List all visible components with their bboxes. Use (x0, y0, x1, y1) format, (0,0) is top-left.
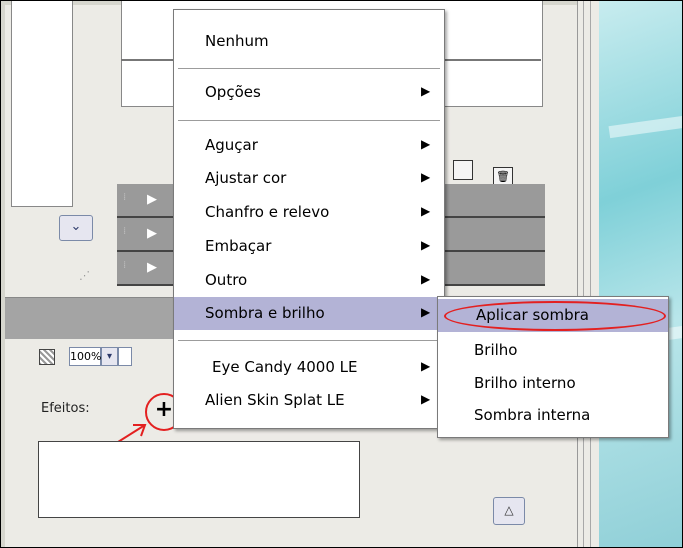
menu-separator (178, 340, 440, 342)
list-box[interactable] (11, 1, 73, 207)
list-dropdown-button[interactable]: ⌄ (59, 215, 93, 241)
submenu-item-brilho[interactable]: Brilho (438, 334, 668, 367)
effects-label: Efeitos: (41, 401, 90, 416)
menu-separator (178, 120, 440, 122)
submenu-item-aplicar-sombra[interactable]: Aplicar sombra (438, 299, 668, 332)
menu-item-nenhum[interactable]: Nenhum (174, 25, 444, 58)
submenu-arrow-icon: ▶ (421, 305, 431, 319)
expand-arrow-icon[interactable]: ▶ (147, 260, 157, 275)
expand-arrow-icon[interactable]: ▶ (147, 226, 157, 241)
menu-item-chanfro-e-relevo[interactable]: Chanfro e relevo ▶ (174, 196, 444, 229)
menu-item-agucar[interactable]: Aguçar ▶ (174, 129, 444, 162)
submenu-arrow-icon: ▶ (421, 204, 431, 218)
submenu-item-sombra-interna[interactable]: Sombra interna (438, 399, 668, 432)
grip-icon: ⁞ (123, 192, 128, 203)
grip-icon: ⁞ (123, 260, 128, 271)
shadow-glow-submenu: Aplicar sombra Brilho Brilho interno Som… (437, 296, 669, 438)
submenu-arrow-icon: ▶ (421, 170, 431, 184)
expand-arrow-icon[interactable]: ▶ (147, 192, 157, 207)
menu-item-alien-skin-splat[interactable]: Alien Skin Splat LE ▶ (174, 384, 444, 417)
triangle-up-icon: △ (504, 503, 514, 517)
effects-context-menu: Nenhum Opções ▶ Aguçar ▶ Ajustar cor ▶ C… (173, 9, 445, 429)
layer-toolbar: 🗑 (453, 160, 533, 187)
submenu-item-brilho-interno[interactable]: Brilho interno (438, 367, 668, 400)
menu-separator (178, 68, 440, 70)
checker-icon (39, 349, 55, 365)
effects-list[interactable] (38, 441, 360, 518)
zoom-input[interactable]: 100% (69, 347, 101, 366)
menu-item-opcoes[interactable]: Opções ▶ (174, 76, 444, 109)
desktop-background (599, 1, 682, 547)
zoom-dropdown-button[interactable]: ▾ (101, 347, 118, 366)
zoom-field-extra[interactable] (118, 347, 132, 366)
submenu-arrow-icon: ▶ (421, 359, 431, 373)
screenshot-frame: ⌄ ⋰ 🗑 ⁞ ▶ ⁞ ▶ ⁞ ▶ 100% ▾ Efeitos: + △ Nenhu… (0, 0, 683, 548)
menu-item-eye-candy[interactable]: Eye Candy 4000 LE ▶ (174, 351, 444, 384)
grip-icon: ⁞ (123, 226, 128, 237)
menu-item-ajustar-cor[interactable]: Ajustar cor ▶ (174, 162, 444, 195)
submenu-arrow-icon: ▶ (421, 272, 431, 286)
menu-item-outro[interactable]: Outro ▶ (174, 264, 444, 297)
submenu-arrow-icon: ▶ (421, 137, 431, 151)
new-layer-icon[interactable] (453, 160, 473, 180)
submenu-arrow-icon: ▶ (421, 392, 431, 406)
submenu-arrow-icon: ▶ (421, 84, 431, 98)
annotation-ellipse (444, 301, 666, 331)
resize-grip-icon[interactable]: ⋰ (79, 269, 90, 282)
submenu-arrow-icon: ▶ (421, 238, 431, 252)
menu-item-sombra-e-brilho[interactable]: Sombra e brilho ▶ (174, 297, 444, 330)
window-border (577, 1, 600, 547)
expand-button[interactable]: △ (493, 497, 525, 525)
menu-item-embacar[interactable]: Embaçar ▶ (174, 230, 444, 263)
chevron-down-icon: ⌄ (70, 219, 82, 234)
